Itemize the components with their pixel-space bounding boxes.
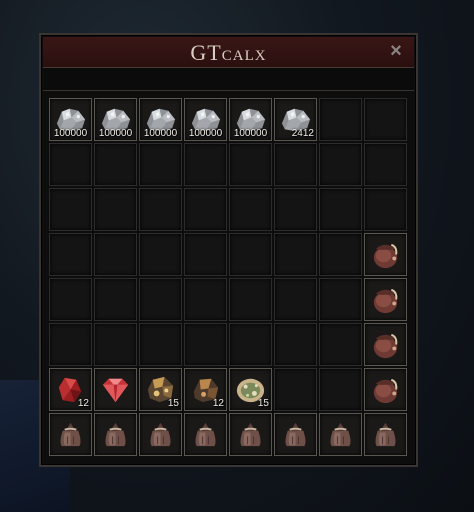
empty-slot[interactable]: [364, 98, 407, 141]
leather-pouch-icon: [368, 282, 403, 317]
item-quantity: 100000: [98, 128, 133, 139]
empty-slot[interactable]: [274, 278, 317, 321]
inventory-slot[interactable]: 100000: [184, 98, 227, 141]
inventory-slot[interactable]: [364, 233, 407, 276]
empty-slot[interactable]: [229, 278, 272, 321]
item-quantity: 100000: [233, 128, 268, 139]
empty-slot[interactable]: [184, 323, 227, 366]
empty-slot[interactable]: [139, 233, 182, 276]
inventory-slot[interactable]: 100000: [94, 98, 137, 141]
empty-slot[interactable]: [274, 188, 317, 231]
inventory-window: GTcalx × 100000 100000 100000 100000 100000 2…: [39, 33, 418, 467]
empty-slot[interactable]: [94, 188, 137, 231]
inventory-slot[interactable]: [364, 368, 407, 411]
empty-slot[interactable]: [94, 143, 137, 186]
empty-slot[interactable]: [229, 188, 272, 231]
inventory-slot[interactable]: [274, 413, 317, 456]
empty-slot[interactable]: [364, 188, 407, 231]
inventory-slot[interactable]: 15: [139, 368, 182, 411]
inventory-slot[interactable]: [49, 413, 92, 456]
title-bar[interactable]: GTcalx ×: [43, 37, 414, 68]
empty-slot[interactable]: [274, 368, 317, 411]
tied-sack-icon: [53, 417, 88, 452]
empty-slot[interactable]: [319, 98, 362, 141]
inventory-slot[interactable]: [229, 413, 272, 456]
empty-slot[interactable]: [94, 278, 137, 321]
item-quantity: 12: [77, 398, 89, 409]
inventory-slot[interactable]: 12: [49, 368, 92, 411]
empty-slot[interactable]: [319, 323, 362, 366]
tied-sack-icon: [323, 417, 358, 452]
empty-slot[interactable]: [49, 323, 92, 366]
tied-sack-icon: [188, 417, 223, 452]
inventory-slot[interactable]: [139, 413, 182, 456]
item-quantity: 100000: [143, 128, 178, 139]
leather-pouch-icon: [368, 327, 403, 362]
inventory-slot[interactable]: 100000: [229, 98, 272, 141]
empty-slot[interactable]: [139, 143, 182, 186]
empty-slot[interactable]: [49, 278, 92, 321]
leather-pouch-icon: [368, 237, 403, 272]
empty-slot[interactable]: [139, 278, 182, 321]
empty-slot[interactable]: [49, 233, 92, 276]
empty-slot[interactable]: [184, 278, 227, 321]
inventory-slot[interactable]: [364, 278, 407, 321]
tied-sack-icon: [98, 417, 133, 452]
inventory-slot[interactable]: [364, 413, 407, 456]
inventory-slot[interactable]: 12: [184, 368, 227, 411]
empty-slot[interactable]: [319, 143, 362, 186]
empty-slot[interactable]: [319, 233, 362, 276]
empty-slot[interactable]: [319, 368, 362, 411]
empty-slot[interactable]: [229, 143, 272, 186]
item-quantity: 15: [257, 398, 269, 409]
window-subbar: [43, 68, 414, 91]
empty-slot[interactable]: [319, 188, 362, 231]
empty-slot[interactable]: [94, 233, 137, 276]
tied-sack-icon: [368, 417, 403, 452]
empty-slot[interactable]: [229, 323, 272, 366]
empty-slot[interactable]: [274, 233, 317, 276]
empty-slot[interactable]: [49, 143, 92, 186]
inventory-slot[interactable]: 100000: [139, 98, 182, 141]
inventory-slot[interactable]: [94, 368, 137, 411]
empty-slot[interactable]: [274, 143, 317, 186]
leather-pouch-icon: [368, 372, 403, 407]
inventory-slot[interactable]: [319, 413, 362, 456]
window-title: GTcalx: [190, 40, 267, 65]
inventory-slot[interactable]: 100000: [49, 98, 92, 141]
empty-slot[interactable]: [364, 143, 407, 186]
item-quantity: 2412: [291, 128, 314, 139]
empty-slot[interactable]: [184, 188, 227, 231]
inventory-slot[interactable]: [184, 413, 227, 456]
empty-slot[interactable]: [184, 143, 227, 186]
inventory-slot[interactable]: [94, 413, 137, 456]
item-quantity: 15: [167, 398, 179, 409]
item-quantity: 100000: [53, 128, 88, 139]
inventory-slot[interactable]: 2412: [274, 98, 317, 141]
inventory-grid: 100000 100000 100000 100000 100000 2412 12 15 12…: [49, 98, 407, 456]
empty-slot[interactable]: [319, 278, 362, 321]
item-quantity: 12: [212, 398, 224, 409]
ruby-gem-icon: [98, 372, 133, 407]
empty-slot[interactable]: [229, 233, 272, 276]
empty-slot[interactable]: [139, 188, 182, 231]
tied-sack-icon: [143, 417, 178, 452]
close-icon[interactable]: ×: [386, 41, 406, 61]
tied-sack-icon: [278, 417, 313, 452]
tied-sack-icon: [233, 417, 268, 452]
empty-slot[interactable]: [49, 188, 92, 231]
empty-slot[interactable]: [184, 233, 227, 276]
inventory-slot[interactable]: [364, 323, 407, 366]
item-quantity: 100000: [188, 128, 223, 139]
empty-slot[interactable]: [94, 323, 137, 366]
empty-slot[interactable]: [139, 323, 182, 366]
empty-slot[interactable]: [274, 323, 317, 366]
inventory-slot[interactable]: 15: [229, 368, 272, 411]
